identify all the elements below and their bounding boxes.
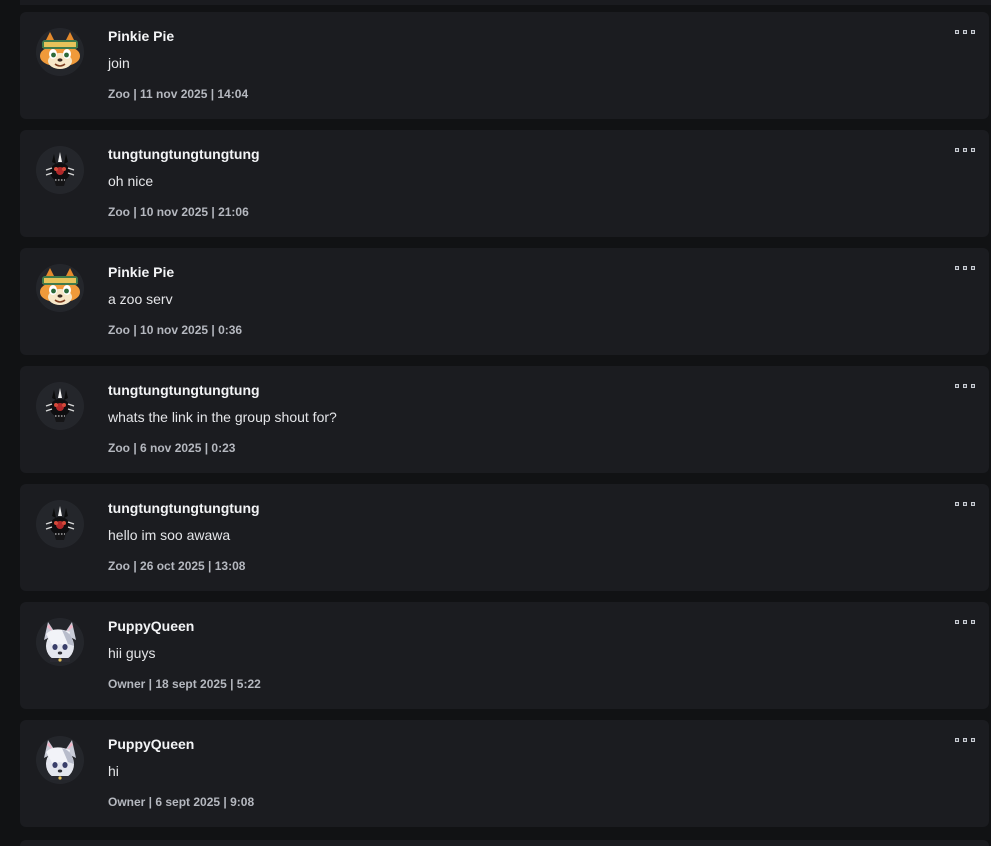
- post-author[interactable]: Pinkie Pie: [108, 28, 174, 44]
- wall-post: tungtungtungtungtung hello im soo awawa …: [20, 484, 989, 591]
- post-author[interactable]: tungtungtungtungtung: [108, 500, 260, 516]
- more-options-icon[interactable]: [955, 382, 975, 390]
- wall-post: PuppyQueen hi Owner | 6 sept 2025 | 9:08: [20, 720, 989, 827]
- post-body: hello im soo awawa: [108, 527, 231, 543]
- previous-card-edge: [20, 0, 991, 5]
- post-meta: Owner | 6 sept 2025 | 9:08: [108, 795, 255, 809]
- post-meta: Zoo | 26 oct 2025 | 13:08: [108, 559, 246, 573]
- more-options-icon[interactable]: [955, 146, 975, 154]
- post-body: a zoo serv: [108, 291, 173, 307]
- more-options-icon[interactable]: [955, 28, 975, 36]
- post-meta: Owner | 18 sept 2025 | 5:22: [108, 677, 261, 691]
- post-meta: Zoo | 10 nov 2025 | 0:36: [108, 323, 243, 337]
- more-options-icon[interactable]: [955, 736, 975, 744]
- post-body: whats the link in the group shout for?: [108, 409, 337, 425]
- dark-creature-avatar-icon[interactable]: [36, 500, 84, 548]
- wall-post: tungtungtungtungtung oh nice Zoo | 10 no…: [20, 130, 989, 237]
- wolf-avatar-icon[interactable]: [36, 736, 84, 784]
- more-options-icon[interactable]: [955, 264, 975, 272]
- post-body: hi: [108, 763, 119, 779]
- wall-post: tungtungtungtungtung whats the link in t…: [20, 366, 989, 473]
- more-options-icon[interactable]: [955, 618, 975, 626]
- post-meta: Zoo | 11 nov 2025 | 14:04: [108, 87, 249, 101]
- next-card-edge: [20, 840, 989, 846]
- post-author[interactable]: tungtungtungtungtung: [108, 382, 260, 398]
- post-body: join: [108, 55, 130, 71]
- post-meta: Zoo | 6 nov 2025 | 0:23: [108, 441, 236, 455]
- post-author[interactable]: Pinkie Pie: [108, 264, 174, 280]
- dark-creature-avatar-icon[interactable]: [36, 382, 84, 430]
- wolf-avatar-icon[interactable]: [36, 618, 84, 666]
- post-author[interactable]: tungtungtungtungtung: [108, 146, 260, 162]
- post-author[interactable]: PuppyQueen: [108, 736, 194, 752]
- wall-post: Pinkie Pie join Zoo | 11 nov 2025 | 14:0…: [20, 12, 989, 119]
- post-body: oh nice: [108, 173, 154, 189]
- fox-avatar-icon[interactable]: [36, 264, 84, 312]
- group-wall-page: Pinkie Pie join Zoo | 11 nov 2025 | 14:0…: [0, 0, 991, 846]
- fox-avatar-icon[interactable]: [36, 28, 84, 76]
- post-body: hii guys: [108, 645, 156, 661]
- more-options-icon[interactable]: [955, 500, 975, 508]
- post-meta: Zoo | 10 nov 2025 | 21:06: [108, 205, 249, 219]
- wall-post-list: Pinkie Pie join Zoo | 11 nov 2025 | 14:0…: [20, 12, 989, 838]
- wall-post: PuppyQueen hii guys Owner | 18 sept 2025…: [20, 602, 989, 709]
- post-author[interactable]: PuppyQueen: [108, 618, 194, 634]
- dark-creature-avatar-icon[interactable]: [36, 146, 84, 194]
- wall-post: Pinkie Pie a zoo serv Zoo | 10 nov 2025 …: [20, 248, 989, 355]
